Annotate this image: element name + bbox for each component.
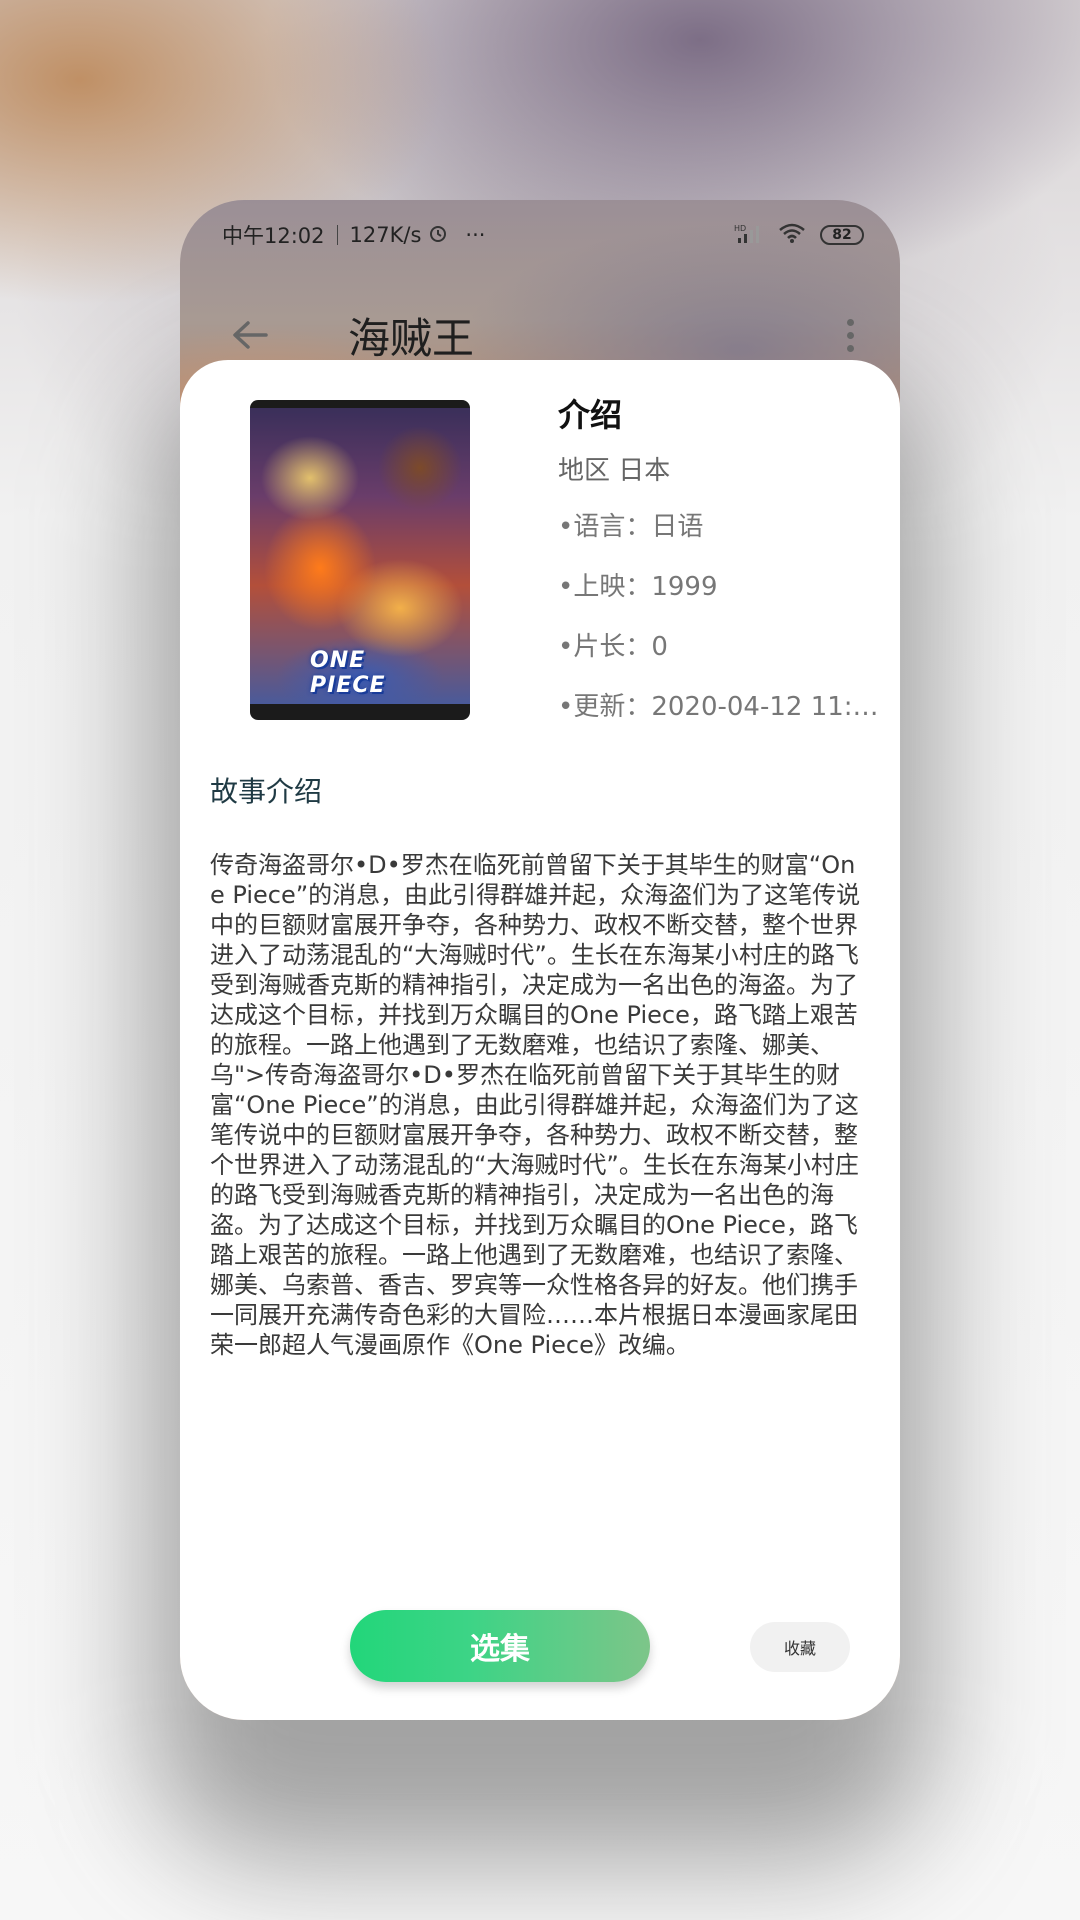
status-bar: 中午12:02 127K/s ··· HD 82 bbox=[180, 200, 900, 270]
favorite-button[interactable]: 收藏 bbox=[750, 1622, 850, 1672]
story-text: 传奇海盗哥尔•D•罗杰在临死前曾留下关于其毕生的财富“One Piece”的消息… bbox=[210, 851, 861, 1359]
select-episode-button[interactable]: 选集 bbox=[350, 1610, 650, 1682]
info-duration: •片长：0 bbox=[558, 632, 668, 662]
status-left: 中午12:02 127K/s ··· bbox=[222, 220, 734, 250]
more-vertical-icon-dot bbox=[846, 331, 854, 339]
page-title: 海贼王 bbox=[348, 313, 475, 363]
more-notifications: ··· bbox=[465, 223, 486, 247]
detail-sheet: ONE PIECE 介绍 地区 日本 •语言：日语 •上映：1999 •片长：0… bbox=[180, 360, 900, 1720]
info-updated: •更新：2020-04-12 11:45:1.. bbox=[558, 692, 888, 722]
more-vertical-icon-dot bbox=[846, 318, 854, 326]
poster-logo: ONE PIECE bbox=[310, 648, 386, 698]
info-panel: 介绍 地区 日本 •语言：日语 •上映：1999 •片长：0 •更新：2020-… bbox=[558, 390, 888, 747]
status-time: 中午12:02 bbox=[222, 224, 325, 248]
battery-indicator: 82 bbox=[820, 225, 864, 245]
more-vertical-icon-dot bbox=[846, 344, 854, 352]
info-region: 地区 日本 bbox=[558, 456, 671, 486]
network-speed: 127K/s bbox=[349, 223, 422, 247]
info-language: •语言：日语 bbox=[558, 512, 704, 542]
info-title: 介绍 bbox=[558, 396, 623, 434]
status-divider bbox=[336, 225, 338, 245]
arrow-left-icon bbox=[232, 310, 268, 361]
info-release: •上映：1999 bbox=[558, 572, 718, 602]
status-right: HD 82 bbox=[734, 222, 864, 249]
signal-icon: HD bbox=[734, 222, 764, 249]
poster-image: ONE PIECE bbox=[250, 400, 470, 720]
app-window: 中午12:02 127K/s ··· HD 82 海贼王 ONE PIECE 介… bbox=[180, 200, 900, 1720]
wifi-icon bbox=[778, 222, 806, 249]
svg-text:HD: HD bbox=[734, 224, 746, 233]
alarm-icon bbox=[427, 222, 449, 249]
story-section-title: 故事介绍 bbox=[210, 775, 323, 808]
